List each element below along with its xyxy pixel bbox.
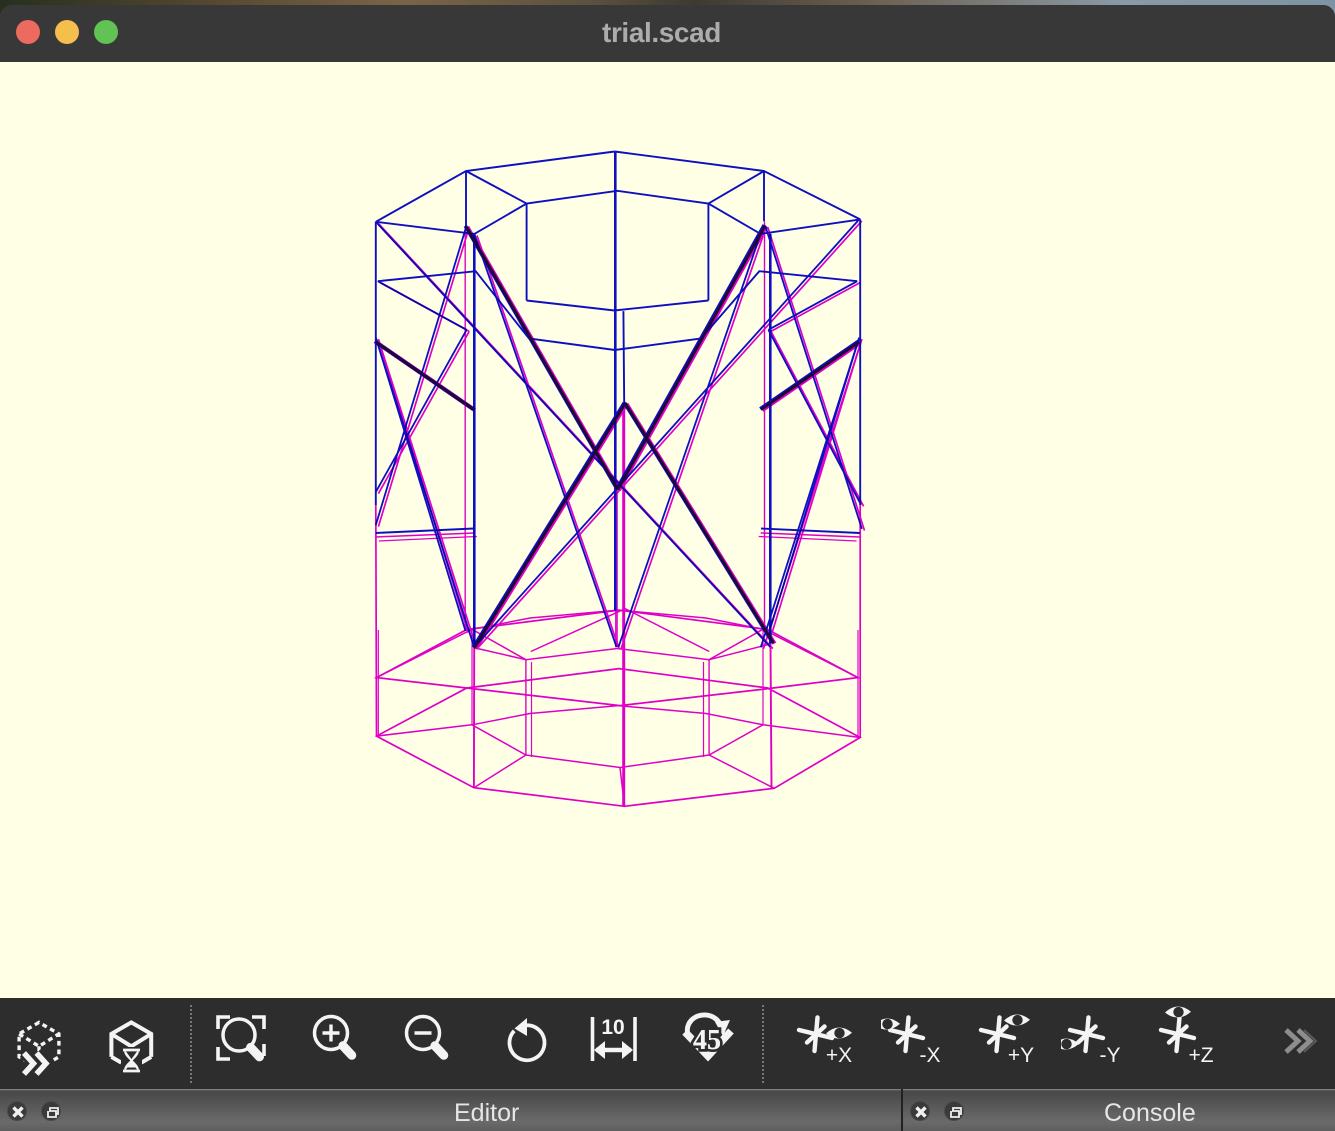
svg-text:45: 45 [693, 1025, 721, 1056]
svg-text:10: 10 [601, 1016, 624, 1039]
svg-text:-Y: -Y [1100, 1044, 1121, 1067]
svg-text:-X: -X [920, 1044, 941, 1067]
svg-text:+X: +X [826, 1044, 852, 1067]
svg-text:+Y: +Y [1008, 1044, 1034, 1067]
svg-text:+Z: +Z [1188, 1044, 1213, 1067]
